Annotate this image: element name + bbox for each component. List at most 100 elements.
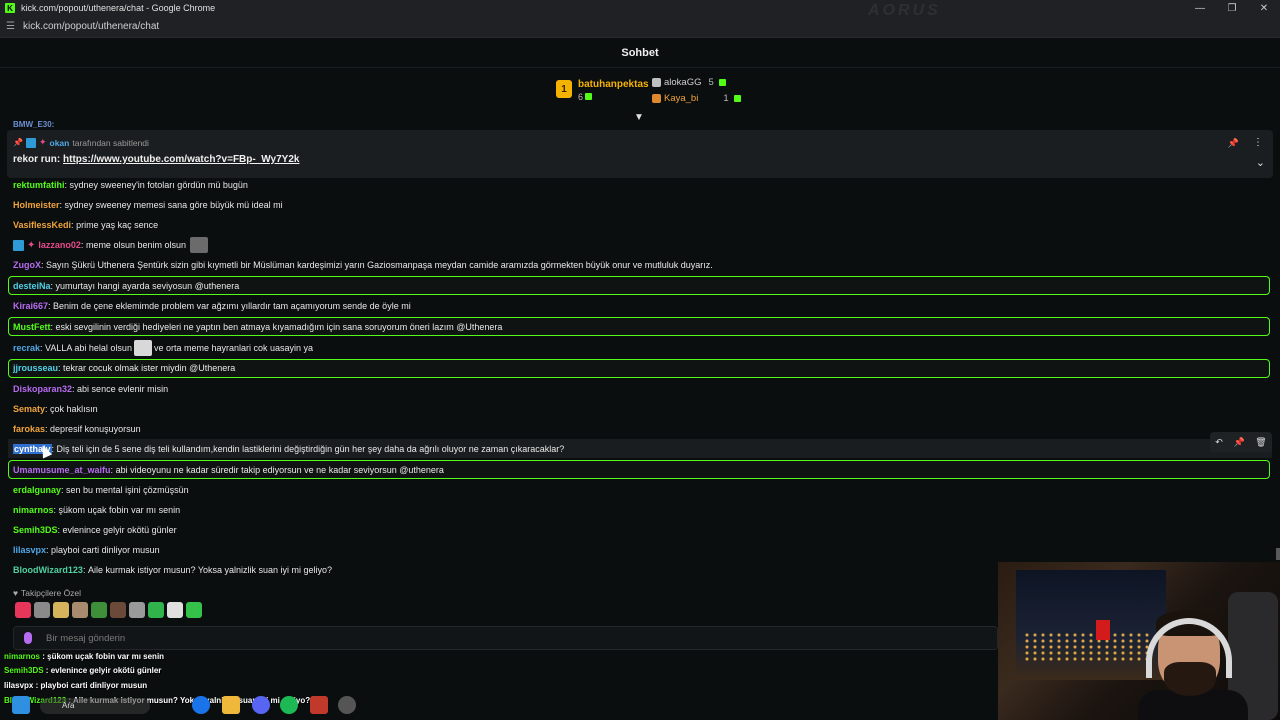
window-titlebar: K kick.com/popout/uthenera/chat - Google…: [0, 0, 1280, 19]
emote-icon[interactable]: [186, 602, 202, 618]
chat-text: prime yaş kaç sence: [76, 220, 159, 230]
chat-username[interactable]: Sematy: [13, 404, 45, 414]
chat-username[interactable]: MustFett: [13, 322, 51, 332]
chat-username[interactable]: Diskoparan32: [13, 384, 72, 394]
chat-username[interactable]: VasiflessKedi: [13, 220, 71, 230]
leader-2-count: 5: [708, 77, 714, 88]
leader-3[interactable]: Kaya_bi 1: [652, 93, 741, 104]
app-icon[interactable]: [310, 696, 328, 714]
chevron-down-icon[interactable]: ⌄: [1256, 156, 1265, 169]
overlay-chat-line: nimarnos : şükom uçak fobin var mı senin: [4, 652, 165, 661]
site-info-icon[interactable]: ☰: [6, 21, 15, 32]
emote-icon[interactable]: [15, 602, 31, 618]
chat-username[interactable]: ZugoX: [13, 260, 41, 270]
rank-1-badge-icon: 1: [556, 80, 572, 98]
gift-badge-icon: ✦: [27, 239, 36, 251]
leader-1-name[interactable]: batuhanpektas: [578, 79, 649, 90]
pinned-link[interactable]: https://www.youtube.com/watch?v=FBp-_Wy7…: [63, 154, 299, 165]
chat-username[interactable]: jjrousseau: [13, 363, 58, 373]
url-text[interactable]: kick.com/popout/uthenera/chat: [23, 21, 159, 32]
delete-icon[interactable]: 🗑: [1255, 437, 1266, 448]
leader-2[interactable]: alokaGG 5: [652, 77, 726, 88]
emote-icon[interactable]: [167, 602, 183, 618]
chat-message[interactable]: cynthalv: Diş teli için de 5 sene diş te…: [13, 443, 564, 455]
emote-icon[interactable]: [53, 602, 69, 618]
chat-message[interactable]: MustFett: eski sevgilinin verdiği hediye…: [13, 321, 502, 333]
discord-icon[interactable]: [252, 696, 270, 714]
chat-message[interactable]: Semih3DS: evlenince gelyir okötü günler: [13, 524, 177, 536]
chat-text: abi sence evlenir misin: [77, 384, 169, 394]
chat-username[interactable]: Semih3DS: [13, 525, 58, 535]
chat-message[interactable]: recrak: VALLA abi helal olsun ve orta mem…: [13, 340, 313, 356]
chat-text: depresif konuşuyorsun: [50, 424, 141, 434]
spotify-icon[interactable]: [280, 696, 298, 714]
close-button[interactable]: ✕: [1248, 0, 1280, 16]
pinned-by-suffix: tarafından sabitlendi: [72, 137, 149, 148]
chat-message[interactable]: farokas: depresif konuşuyorsun: [13, 423, 141, 435]
chrome-icon[interactable]: [192, 696, 210, 714]
chat-text: tekrar cocuk olmak ister miydin @Uthener…: [63, 363, 236, 373]
followers-only-label: Takipçilere Özel: [21, 588, 82, 598]
emote-icon[interactable]: [91, 602, 107, 618]
chat-text: Sayın Şükrü Uthenera Şentürk sizin gibi …: [46, 260, 713, 270]
bronze-rank-icon: [652, 94, 661, 103]
restore-button[interactable]: ❐: [1216, 0, 1248, 16]
chat-message[interactable]: jjrousseau: tekrar cocuk olmak ister miy…: [13, 362, 235, 374]
unpin-button[interactable]: 📌: [1228, 138, 1239, 149]
chat-username[interactable]: Kirai667: [13, 301, 48, 311]
emote-icon[interactable]: [148, 602, 164, 618]
webcam-overlay: [998, 562, 1280, 720]
taskbar-search[interactable]: Ara: [40, 698, 150, 714]
chat-text: yumurtayı hangi ayarda seviyosun @uthene…: [55, 281, 240, 291]
expand-leaderboard-icon[interactable]: ▼: [634, 112, 644, 123]
emote-icon[interactable]: [72, 602, 88, 618]
chat-message[interactable]: Sematy: çok haklısın: [13, 403, 98, 415]
emote-icon[interactable]: [190, 237, 208, 253]
emote-icon[interactable]: [129, 602, 145, 618]
microphone-icon[interactable]: [24, 632, 32, 644]
chat-message[interactable]: desteiNa: yumurtayı hangi ayarda seviyos…: [13, 280, 239, 292]
chat-username[interactable]: lilasvpx: [13, 545, 46, 555]
chat-username[interactable]: Holmeister: [13, 200, 60, 210]
chat-message[interactable]: lilasvpx: playboi carti dinliyor musun: [13, 544, 160, 556]
chat-message[interactable]: erdalgunay: sen bu mental işini çözmüşsü…: [13, 484, 189, 496]
pinned-by-user[interactable]: okan: [50, 138, 70, 148]
emote-icon[interactable]: [34, 602, 50, 618]
message-input[interactable]: [46, 632, 946, 644]
pinned-by: 📌 ✦ okan tarafından sabitlendi: [13, 137, 149, 148]
scrollbar[interactable]: [1276, 548, 1280, 560]
chat-username[interactable]: erdalgunay: [13, 485, 61, 495]
chat-message[interactable]: BloodWizard123: Aile kurmak istiyor musu…: [13, 564, 332, 576]
chat-username[interactable]: BloodWizard123: [13, 565, 83, 575]
chat-username[interactable]: Umamusume_at_waifu: [13, 465, 111, 475]
file-explorer-icon[interactable]: [222, 696, 240, 714]
chat-message[interactable]: rektumfatihi: sydney sweeney'in fotoları…: [13, 179, 248, 191]
leader-1-count: 6: [578, 92, 593, 102]
chat-username[interactable]: rektumfatihi: [13, 180, 65, 190]
chat-username[interactable]: farokas: [13, 424, 45, 434]
chat-username[interactable]: lazzano02: [38, 240, 81, 250]
windows-start-icon[interactable]: [12, 696, 30, 714]
chat-message[interactable]: ✦ lazzano02: meme olsun benim olsun: [13, 237, 208, 253]
minimize-button[interactable]: —: [1184, 0, 1216, 16]
emote-icon[interactable]: [110, 602, 126, 618]
emote-icon[interactable]: [133, 340, 152, 356]
chat-username[interactable]: desteiNa: [13, 281, 51, 291]
chat-message[interactable]: nimarnos: şükom uçak fobin var mı senin: [13, 504, 180, 516]
chat-message[interactable]: Holmeister: sydney sweeney memesi sana g…: [13, 199, 283, 211]
chat-message[interactable]: ZugoX: Sayın Şükrü Uthenera Şentürk sizi…: [13, 259, 713, 271]
more-options-icon[interactable]: ⋮: [1253, 137, 1263, 148]
peek-message: BMW_E30:: [13, 120, 55, 129]
chat-message[interactable]: Umamusume_at_waifu: abi videoyunu ne kad…: [13, 464, 444, 476]
chat-username[interactable]: nimarnos: [13, 505, 54, 515]
pin-message-icon[interactable]: 📌: [1233, 437, 1244, 448]
chat-message[interactable]: Diskoparan32: abi sence evlenir misin: [13, 383, 168, 395]
chat-username[interactable]: recrak: [13, 343, 40, 353]
leader-3-name: Kaya_bi: [664, 93, 699, 104]
chat-message[interactable]: VasiflessKedi: prime yaş kaç sence: [13, 219, 158, 231]
reply-icon[interactable]: ↶: [1215, 437, 1223, 448]
kick-favicon-icon: K: [5, 3, 15, 13]
message-composer: [13, 626, 998, 650]
obs-icon[interactable]: [338, 696, 356, 714]
chat-message[interactable]: Kirai667: Benim de çene eklemimde proble…: [13, 300, 411, 312]
